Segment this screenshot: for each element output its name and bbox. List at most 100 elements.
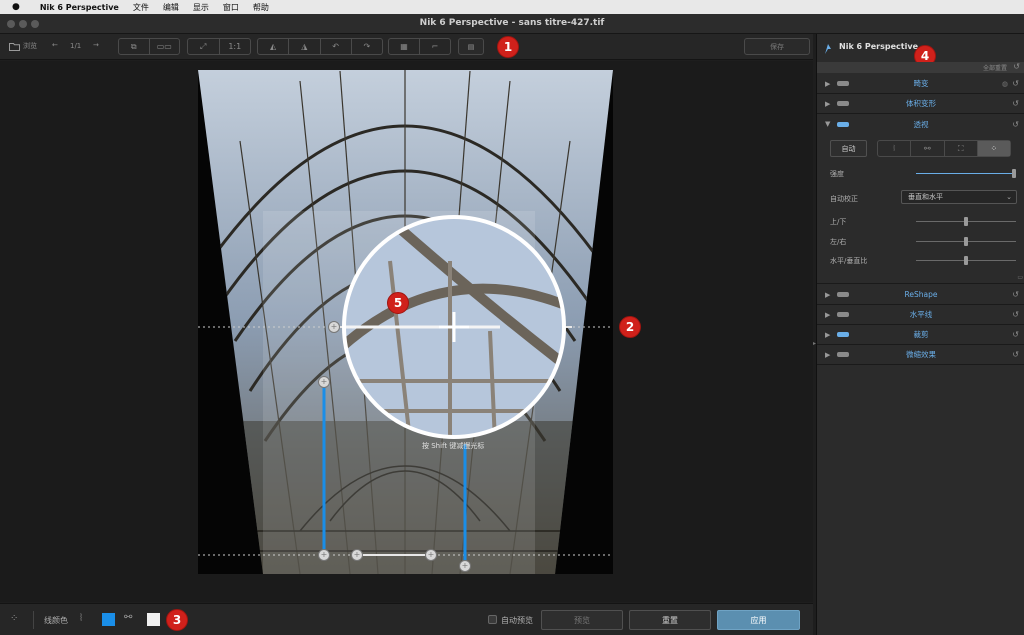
horizontal-line-icon: ⚯	[124, 612, 133, 623]
section-tiltshift[interactable]: ▶ 微缩效果 ↺	[817, 345, 1024, 365]
guide-handle[interactable]: +	[318, 549, 330, 561]
annotation-badge-2: 2	[619, 316, 641, 338]
auto-correct-value: 垂直和水平	[908, 193, 943, 201]
guide-handle[interactable]: +	[318, 376, 330, 388]
slider-label: 水平/垂直比	[830, 257, 868, 265]
section-label: 体积变形	[906, 99, 936, 108]
toolbar: 浏览 ← 1/1 → ⧉ ▭▭ ⤢ 1:1 ◭ ◮ ↶ ↷ ▦ ⌐ ▤ 1 保存	[0, 34, 813, 60]
slider-thumb[interactable]	[964, 237, 968, 246]
menu-help[interactable]: 帮助	[253, 2, 269, 13]
apply-button[interactable]: 应用	[717, 610, 800, 630]
undo-icon[interactable]: ↺	[1012, 310, 1019, 319]
menu-app-name[interactable]: Nik 6 Perspective	[40, 3, 119, 12]
prev-image-arrow-icon[interactable]: ←	[52, 41, 58, 49]
compare-view-group: ⧉ ▭▭	[118, 38, 180, 55]
line-color-label: 线颜色	[44, 616, 68, 625]
browse-label: 浏览	[23, 42, 37, 50]
section-reshape[interactable]: ▶ ReShape ↺	[817, 285, 1024, 305]
auto-correct-label: 自动校正	[830, 195, 858, 203]
menu-file[interactable]: 文件	[133, 2, 149, 13]
split-compare-icon[interactable]: ▭▭	[150, 39, 180, 54]
guide-mode-icon[interactable]: ⁘	[10, 613, 18, 624]
mask-panel-icon[interactable]: ▤	[458, 38, 484, 55]
section-label: 水平线	[909, 310, 933, 319]
rotate-right-icon[interactable]: ↷	[352, 39, 382, 54]
horizontal-line-color-swatch[interactable]	[147, 613, 160, 626]
auto-correct-select[interactable]: 垂直和水平 ⌄	[901, 190, 1017, 204]
auto-button[interactable]: 自动	[830, 140, 867, 157]
guide-handle[interactable]: +	[459, 560, 471, 572]
section-volume[interactable]: ▶ 体积变形 ↺	[817, 94, 1024, 114]
guide-handle[interactable]: +	[351, 549, 363, 561]
rectangle-mode-icon[interactable]: ⛶	[945, 141, 978, 156]
up-down-slider[interactable]	[916, 217, 1016, 226]
section-label: 畸变	[913, 79, 929, 88]
guide-handle[interactable]: +	[425, 549, 437, 561]
menu-view[interactable]: 显示	[193, 2, 209, 13]
menu-edit[interactable]: 编辑	[163, 2, 179, 13]
menu-bar: ● Nik 6 Perspective 文件 编辑 显示 窗口 帮助	[0, 0, 1024, 14]
mask-icon[interactable]: ◍	[1002, 80, 1008, 88]
annotation-badge-1: 1	[497, 36, 519, 58]
grid-icon[interactable]: ▦	[389, 39, 420, 54]
photo-preview	[198, 70, 613, 574]
section-perspective[interactable]: ▼ 透视 ↺	[817, 114, 1024, 134]
strength-slider[interactable]	[916, 169, 1016, 178]
left-right-slider[interactable]	[916, 237, 1016, 246]
slider-label: 左/右	[830, 238, 847, 246]
next-image-arrow-icon[interactable]: →	[93, 41, 99, 49]
section-label: 裁剪	[913, 330, 929, 339]
auto-preview-checkbox[interactable]	[488, 615, 497, 624]
window-titlebar: Nik 6 Perspective - sans titre-427.tif	[0, 14, 1024, 34]
auto-preview-label: 自动预览	[501, 616, 533, 625]
page-counter: 1/1	[70, 42, 82, 50]
adjustments-panel: Nik 6 Perspective 4 全部重置 ↺ ▶ 畸变 ◍ ↺ ▶ 体积…	[816, 34, 1024, 635]
transform-group: ◭ ◮ ↶ ↷	[257, 38, 383, 55]
section-distortion[interactable]: ▶ 畸变 ◍ ↺	[817, 74, 1024, 94]
reset-all-label[interactable]: 全部重置	[983, 63, 1007, 72]
image-canvas[interactable]: + + + + + + 按 Shift 键减慢光标 5 2	[0, 61, 813, 602]
flip-vertical-icon[interactable]: ◮	[289, 39, 321, 54]
guide-handle[interactable]: +	[328, 321, 340, 333]
horizontal-mode-icon[interactable]: ⚯	[911, 141, 945, 156]
freeform-mode-icon[interactable]: ⁘	[977, 141, 1010, 156]
undo-icon[interactable]: ↺	[1012, 99, 1019, 108]
overlay-compare-icon[interactable]: ⧉	[119, 39, 150, 54]
zoom-group: ⤢ 1:1	[187, 38, 251, 55]
annotation-badge-5: 5	[387, 292, 409, 314]
save-button[interactable]: 保存	[744, 38, 810, 55]
undo-icon[interactable]: ↺	[1012, 330, 1019, 339]
vertical-mode-icon[interactable]: ⦚	[878, 141, 912, 156]
vertical-line-color-swatch[interactable]	[102, 613, 115, 626]
collapse-section-icon[interactable]: ▭	[1017, 274, 1023, 281]
undo-icon[interactable]: ↺	[1012, 79, 1019, 88]
browse-button[interactable]: 浏览	[9, 41, 37, 51]
vertical-line-icon: ⦚	[80, 613, 83, 624]
aspect-ratio-slider[interactable]	[916, 256, 1016, 265]
fit-screen-icon[interactable]: ⤢	[188, 39, 220, 54]
section-label: ReShape	[904, 290, 938, 299]
chevron-down-icon: ⌄	[1006, 193, 1012, 201]
loupe-hint: 按 Shift 键减慢光标	[422, 442, 485, 450]
reset-button[interactable]: 重置	[629, 610, 711, 630]
guides-icon[interactable]: ⌐	[420, 39, 450, 54]
section-crop[interactable]: ▶ 裁剪 ↺	[817, 325, 1024, 345]
zoom-100-button[interactable]: 1:1	[220, 39, 251, 54]
undo-icon[interactable]: ↺	[1012, 350, 1019, 359]
slider-thumb[interactable]	[964, 217, 968, 226]
slider-thumb[interactable]	[964, 256, 968, 265]
panel-collapse-handle[interactable]: ▸	[813, 340, 816, 350]
flip-horizontal-icon[interactable]: ◭	[258, 39, 290, 54]
annotation-badge-3: 3	[166, 609, 188, 631]
undo-icon[interactable]: ↺	[1012, 290, 1019, 299]
apple-icon[interactable]: ●	[12, 2, 20, 12]
reset-all-undo-icon[interactable]: ↺	[1013, 62, 1020, 71]
preview-button[interactable]: 预览	[541, 610, 623, 630]
section-horizon[interactable]: ▶ 水平线 ↺	[817, 305, 1024, 325]
undo-icon[interactable]: ↺	[1012, 120, 1019, 129]
bottom-bar: ⁘ 线颜色 ⦚ ⚯ 3 自动预览 预览 重置 应用	[0, 603, 813, 635]
strength-label: 强度	[830, 170, 844, 178]
rotate-left-icon[interactable]: ↶	[321, 39, 352, 54]
slider-thumb[interactable]	[1012, 169, 1016, 178]
menu-window[interactable]: 窗口	[223, 2, 239, 13]
